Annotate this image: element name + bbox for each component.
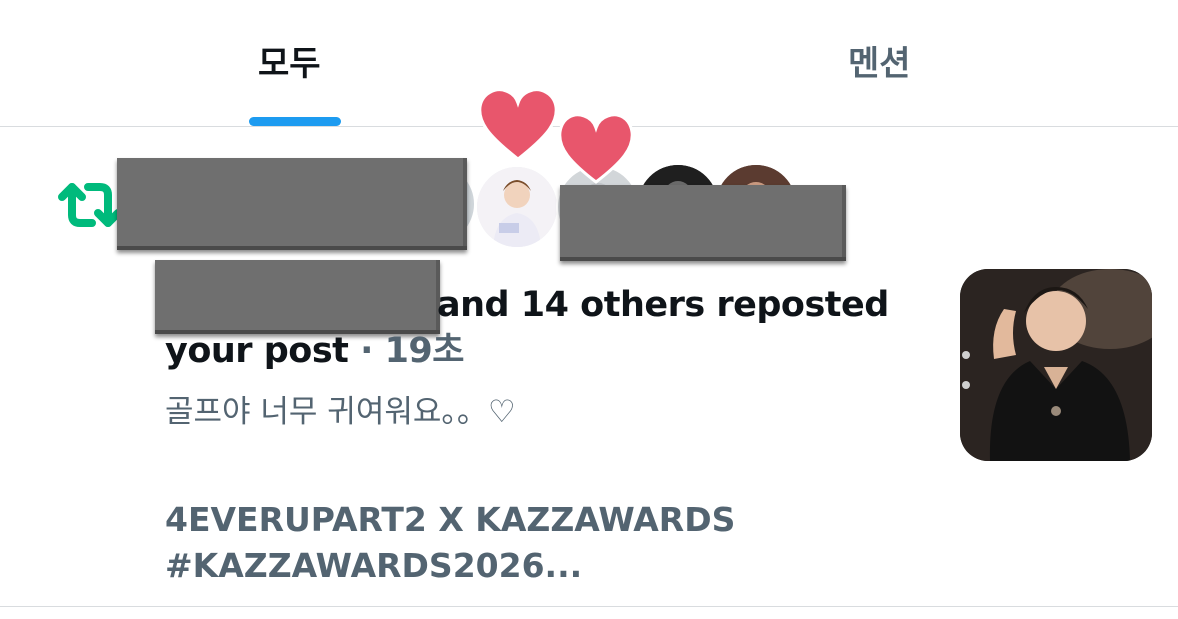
notification-tabs: 모두 멘션	[0, 0, 1178, 127]
redaction-box	[117, 158, 467, 250]
object-text: your post	[165, 331, 349, 371]
tab-all[interactable]: 모두	[258, 36, 321, 86]
notification-row[interactable]: and 14 others reposted your post · 19초 골…	[0, 88, 1178, 607]
redaction-box	[560, 185, 846, 261]
separator: ·	[348, 331, 385, 371]
repost-icon	[58, 177, 122, 233]
notification-headline: and 14 others reposted your post · 19초	[165, 282, 895, 374]
heart-sticker-icon	[478, 88, 558, 161]
post-title-line: 4EVERUPART2 X KAZZAWARDS	[165, 500, 736, 539]
post-text: 골프야 너무 귀여워요。。♡	[165, 394, 516, 430]
post-title: 4EVERUPART2 X KAZZAWARDS #KAZZAWARDS2026…	[165, 497, 735, 589]
tab-mentions[interactable]: 멘션	[848, 36, 911, 86]
heart-sticker-icon	[558, 113, 634, 184]
active-tab-indicator	[249, 117, 341, 126]
post-thumbnail[interactable]	[960, 269, 1152, 461]
action-text: and 14 others reposted	[437, 285, 889, 325]
post-title-line: #KAZZAWARDS2026...	[165, 546, 583, 585]
timestamp: 19초	[384, 331, 465, 371]
avatar[interactable]	[475, 165, 559, 249]
